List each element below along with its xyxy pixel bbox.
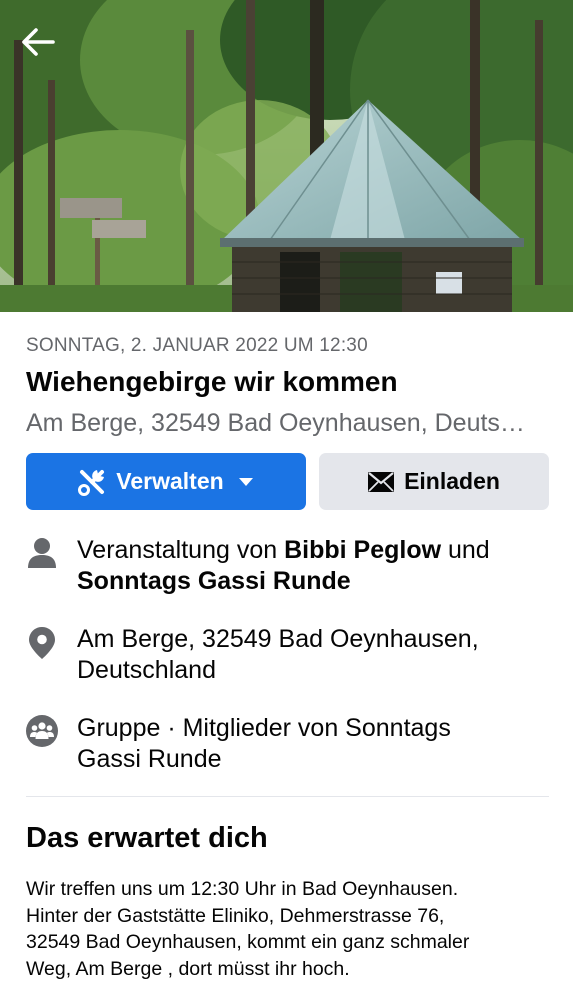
back-button[interactable] bbox=[14, 18, 62, 66]
caret-down-icon bbox=[238, 477, 254, 487]
manage-button[interactable]: Verwalten bbox=[26, 453, 306, 510]
event-location-link[interactable]: Am Berge, 32549 Bad Oeynhausen, Deuts… bbox=[26, 409, 551, 438]
arrow-left-icon bbox=[21, 27, 55, 57]
host-joiner: und bbox=[441, 536, 490, 564]
privacy-row: Gruppe · Mitglieder von Sonntags Gassi R… bbox=[26, 713, 551, 775]
host-name-link[interactable]: Bibbi Peglow bbox=[284, 536, 441, 564]
about-heading: Das erwartet dich bbox=[26, 822, 268, 854]
manage-button-label: Verwalten bbox=[116, 468, 224, 494]
person-icon bbox=[26, 535, 58, 597]
event-privacy: Gruppe · Mitglieder von Sonntags Gassi R… bbox=[77, 714, 451, 773]
host-row: Veranstaltung von Bibbi Peglow und Sonnt… bbox=[26, 535, 551, 597]
host-group-link[interactable]: Sonntags Gassi Runde bbox=[77, 567, 351, 595]
tools-icon bbox=[78, 468, 106, 496]
invite-button[interactable]: Einladen bbox=[319, 453, 549, 510]
section-divider bbox=[26, 796, 549, 797]
location-row[interactable]: Am Berge, 32549 Bad Oeynhausen, Deutschl… bbox=[26, 624, 551, 686]
invite-button-label: Einladen bbox=[404, 468, 500, 494]
host-prefix: Veranstaltung von bbox=[77, 536, 285, 564]
map-pin-icon bbox=[26, 624, 58, 686]
group-icon bbox=[26, 713, 58, 775]
event-cover-photo bbox=[0, 0, 573, 312]
about-text: Wir treffen uns um 12:30 Uhr in Bad Oeyn… bbox=[26, 878, 470, 980]
event-address: Am Berge, 32549 Bad Oeynhausen, Deutschl… bbox=[77, 625, 479, 684]
event-date: SONNTAG, 2. JANUAR 2022 UM 12:30 bbox=[26, 335, 368, 356]
event-title: Wiehengebirge wir kommen bbox=[26, 366, 398, 397]
envelope-icon bbox=[368, 471, 395, 492]
